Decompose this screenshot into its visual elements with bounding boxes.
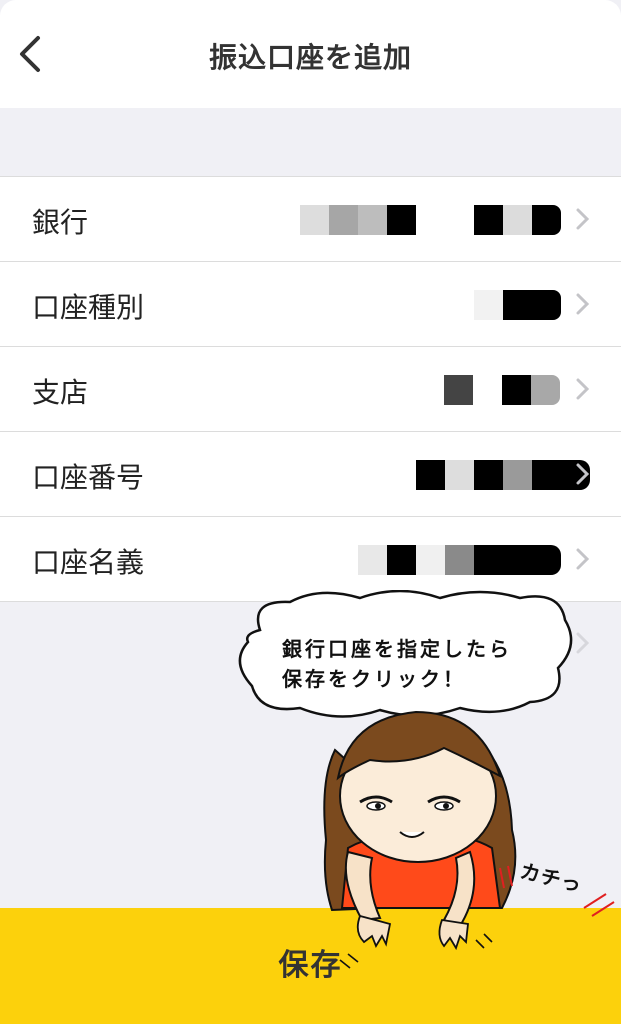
chevron-right-icon xyxy=(576,293,590,315)
header: 振込口座を追加 xyxy=(0,0,621,108)
bank-value-redacted xyxy=(300,205,561,235)
chevron-right-icon xyxy=(576,463,590,485)
account-number-value-redacted xyxy=(416,460,590,490)
row-bank[interactable]: 銀行 xyxy=(0,177,621,262)
account-form-list: 銀行 口座種別 支店 口座番号 口座名義 xyxy=(0,176,621,602)
row-account-number[interactable]: 口座番号 xyxy=(0,432,621,517)
row-label-account-number: 口座番号 xyxy=(32,461,145,494)
save-button-label: 保存 xyxy=(278,948,343,983)
row-label-account-holder: 口座名義 xyxy=(32,546,145,579)
speech-line: 保存をクリック！ xyxy=(282,667,466,691)
account-type-value-redacted xyxy=(474,290,561,320)
row-branch[interactable]: 支店 xyxy=(0,347,621,432)
row-label-branch: 支店 xyxy=(32,376,89,409)
chevron-right-icon xyxy=(576,548,590,570)
branch-value-redacted xyxy=(444,375,560,405)
page-title: 振込口座を追加 xyxy=(208,41,412,74)
speech-line: 銀行口座を指定したら xyxy=(282,637,512,661)
chevron-right-icon xyxy=(576,208,590,230)
chevron-right-icon xyxy=(576,378,590,400)
row-account-type[interactable]: 口座種別 xyxy=(0,262,621,347)
row-label-account-type: 口座種別 xyxy=(32,291,145,324)
account-holder-value-redacted xyxy=(358,545,561,575)
row-label-bank: 銀行 xyxy=(32,206,89,239)
speech-bubble-text: 銀行口座を指定したら 保存をクリック！ xyxy=(282,634,582,694)
